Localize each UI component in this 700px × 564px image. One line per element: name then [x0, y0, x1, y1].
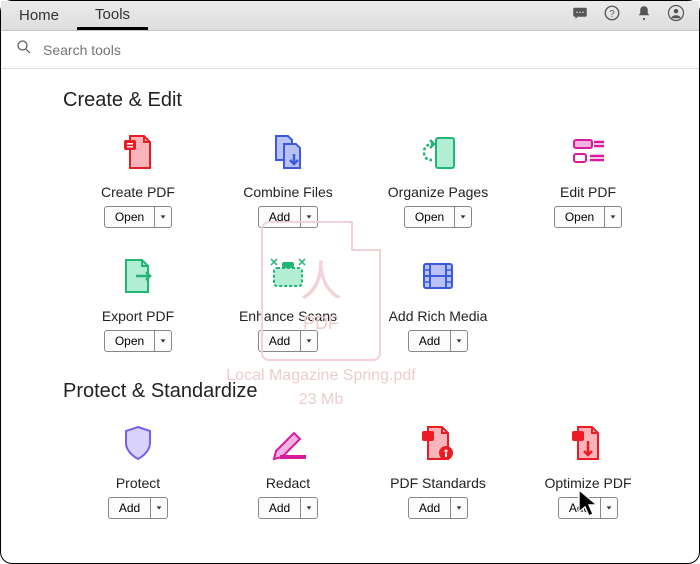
section-title-0: Create & Edit [1, 85, 699, 128]
search-bar [1, 31, 699, 69]
tab-tools[interactable]: Tools [77, 1, 148, 30]
tool-action-label[interactable]: Add [109, 498, 151, 518]
tool-action-button[interactable]: Add [408, 497, 468, 519]
tool-label: Combine Files [243, 184, 332, 200]
create-pdf-icon [114, 128, 162, 176]
top-bar-icons: ? [571, 4, 699, 27]
tool-label: Enhance Scans [239, 308, 337, 324]
tool-label: PDF Standards [390, 475, 486, 491]
tool-action-label[interactable]: Add [409, 498, 451, 518]
redact-icon [264, 419, 312, 467]
section-title-1: Protect & Standardize [1, 376, 699, 419]
chevron-down-icon[interactable] [451, 331, 467, 351]
chevron-down-icon[interactable] [151, 498, 167, 518]
tool-action-button[interactable]: Add [258, 497, 318, 519]
tool-action-label[interactable]: Open [555, 207, 605, 227]
tool-protect[interactable]: Protect Add [63, 419, 213, 519]
tool-action-label[interactable]: Add [559, 498, 601, 518]
tool-create-pdf[interactable]: Create PDF Open [63, 128, 213, 228]
tool-action-button[interactable]: Open [554, 206, 622, 228]
tab-home[interactable]: Home [1, 1, 77, 30]
tool-add-rich-media[interactable]: Add Rich Media Add [363, 252, 513, 352]
chevron-down-icon[interactable] [301, 331, 317, 351]
edit-pdf-icon [564, 128, 612, 176]
chevron-down-icon[interactable] [155, 207, 171, 227]
chevron-down-icon[interactable] [601, 498, 617, 518]
tool-export-pdf[interactable]: Export PDF Open [63, 252, 213, 352]
pdf-standards-icon [414, 419, 462, 467]
tool-action-label[interactable]: Add [259, 331, 301, 351]
rich-media-icon [414, 252, 462, 300]
optimize-pdf-icon [564, 419, 612, 467]
tool-label: Organize Pages [388, 184, 488, 200]
tool-label: Redact [266, 475, 310, 491]
tool-action-button[interactable]: Open [104, 206, 172, 228]
search-input[interactable] [43, 42, 343, 58]
tool-optimize-pdf[interactable]: Optimize PDF Add [513, 419, 663, 519]
chevron-down-icon[interactable] [451, 498, 467, 518]
tool-redact[interactable]: Redact Add [213, 419, 363, 519]
content-area: Create & Edit Create PDF Open Combine File… [1, 69, 699, 563]
profile-icon[interactable] [667, 4, 685, 27]
chevron-down-icon[interactable] [155, 331, 171, 351]
tool-action-label[interactable]: Open [105, 331, 155, 351]
tool-grid-1: ProtectAddRedactAddPDF StandardsAddOptim… [1, 419, 699, 543]
tool-action-button[interactable]: Add [258, 330, 318, 352]
tool-action-label[interactable]: Open [105, 207, 155, 227]
tool-label: Protect [116, 475, 160, 491]
tool-combine-files[interactable]: Combine Files Add [213, 128, 363, 228]
combine-files-icon [264, 128, 312, 176]
tool-action-button[interactable]: Open [104, 330, 172, 352]
tool-action-label[interactable]: Add [259, 207, 301, 227]
bell-icon[interactable] [635, 4, 653, 27]
shield-icon [114, 419, 162, 467]
tool-label: Edit PDF [560, 184, 616, 200]
tool-label: Add Rich Media [389, 308, 488, 324]
help-icon[interactable]: ? [603, 4, 621, 27]
export-pdf-icon [114, 252, 162, 300]
tool-enhance-scans[interactable]: Enhance Scans Add [213, 252, 363, 352]
chevron-down-icon[interactable] [301, 498, 317, 518]
top-tabs: Home Tools [1, 1, 148, 30]
chevron-down-icon[interactable] [605, 207, 621, 227]
tool-action-label[interactable]: Add [409, 331, 451, 351]
tool-edit-pdf[interactable]: Edit PDF Open [513, 128, 663, 228]
comments-icon[interactable] [571, 4, 589, 27]
tool-action-button[interactable]: Add [258, 206, 318, 228]
tool-action-button[interactable]: Add [108, 497, 168, 519]
organize-pages-icon [414, 128, 462, 176]
tool-label: Create PDF [101, 184, 175, 200]
tool-action-label[interactable]: Add [259, 498, 301, 518]
tool-pdf-standards[interactable]: PDF Standards Add [363, 419, 513, 519]
tool-action-button[interactable]: Add [558, 497, 618, 519]
tool-label: Optimize PDF [544, 475, 631, 491]
enhance-scans-icon [264, 252, 312, 300]
tool-grid-0: Create PDF Open Combine Files Add Organize P… [1, 128, 699, 376]
top-bar: Home Tools ? [1, 1, 699, 31]
chevron-down-icon[interactable] [455, 207, 471, 227]
tool-action-label[interactable]: Open [405, 207, 455, 227]
search-icon [15, 38, 33, 61]
tool-label: Export PDF [102, 308, 174, 324]
svg-text:?: ? [609, 9, 615, 20]
tool-action-button[interactable]: Add [408, 330, 468, 352]
tool-action-button[interactable]: Open [404, 206, 472, 228]
chevron-down-icon[interactable] [301, 207, 317, 227]
tool-organize-pages[interactable]: Organize Pages Open [363, 128, 513, 228]
